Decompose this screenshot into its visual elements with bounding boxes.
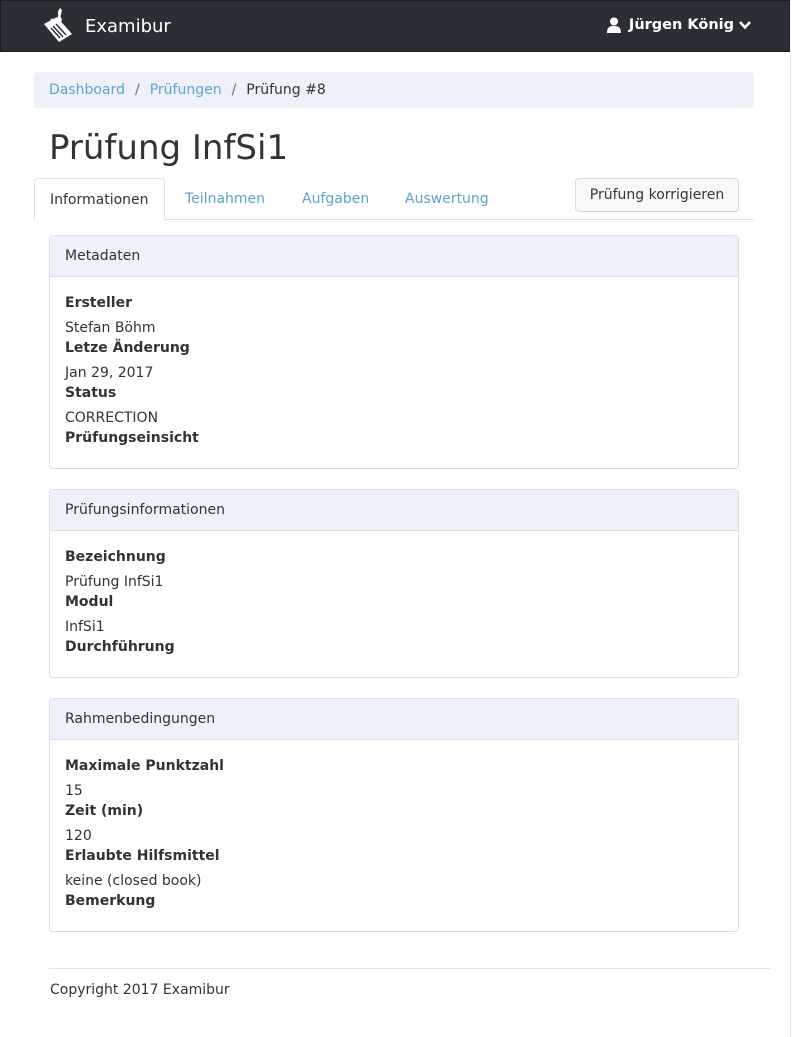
time-label: Zeit (min) — [65, 803, 144, 819]
exam-info-card: Prüfungsinformationen Bezeichnung Prüfun… — [49, 489, 739, 678]
page-edge-divider — [790, 52, 800, 1037]
exam-info-card-header: Prüfungsinformationen — [50, 490, 738, 531]
creator-value: Stefan Böhm — [65, 320, 156, 336]
status-value: CORRECTION — [65, 410, 159, 426]
metadata-card-header: Metadaten — [50, 236, 738, 277]
tab-teilnahmen[interactable]: Teilnahmen — [170, 178, 280, 220]
footer-copyright: Copyright 2017 Examibur — [50, 982, 230, 998]
metadata-card-body: Ersteller Stefan Böhm Letze Änderung Jan… — [50, 277, 738, 462]
conditions-card-header: Rahmenbedingungen — [50, 699, 738, 740]
footer-divider — [49, 968, 770, 969]
last-modified-value: Jan 29, 2017 — [65, 365, 154, 381]
allowed-aids-label: Erlaubte Hilfsmittel — [65, 848, 220, 864]
conditions-card-body: Maximale Punktzahl 15 Zeit (min) 120 Erl… — [50, 740, 738, 925]
scroll-pen-logo-icon — [44, 8, 72, 42]
allowed-aids-value: keine (closed book) — [65, 873, 202, 889]
tab-informationen[interactable]: Informationen — [34, 178, 165, 221]
module-label: Modul — [65, 594, 114, 610]
last-modified-label: Letze Änderung — [65, 340, 190, 356]
user-icon — [606, 17, 621, 33]
user-name: Jürgen König — [628, 17, 734, 33]
max-points-label: Maximale Punktzahl — [65, 758, 224, 774]
top-navbar: Examibur Jürgen König — [0, 0, 790, 52]
chevron-down-icon — [739, 21, 751, 30]
breadcrumb-exams-link[interactable]: Prüfungen — [150, 82, 222, 98]
breadcrumb-separator: / — [231, 82, 237, 98]
status-label: Status — [65, 385, 117, 401]
breadcrumb-current: Prüfung #8 — [246, 82, 326, 98]
tab-auswertung[interactable]: Auswertung — [390, 178, 504, 220]
exam-tabs: Informationen Teilnahmen Aufgaben Auswer… — [34, 178, 754, 221]
tab-aufgaben[interactable]: Aufgaben — [287, 178, 384, 220]
time-value: 120 — [65, 828, 92, 844]
exam-info-card-body: Bezeichnung Prüfung InfSi1 Modul InfSi1 … — [50, 531, 738, 671]
conditions-card: Rahmenbedingungen Maximale Punktzahl 15 … — [49, 698, 739, 932]
exam-name-label: Bezeichnung — [65, 549, 166, 565]
breadcrumb-dashboard-link[interactable]: Dashboard — [49, 82, 125, 98]
creator-label: Ersteller — [65, 295, 132, 311]
page-title: Prüfung InfSi1 — [49, 128, 289, 168]
metadata-card: Metadaten Ersteller Stefan Böhm Letze Än… — [49, 235, 739, 469]
remark-label: Bemerkung — [65, 893, 156, 909]
user-menu-dropdown[interactable]: Jürgen König — [606, 17, 751, 33]
module-value: InfSi1 — [65, 619, 105, 635]
correct-exam-button[interactable]: Prüfung korrigieren — [575, 178, 739, 212]
breadcrumb-separator: / — [134, 82, 140, 98]
breadcrumb: Dashboard / Prüfungen / Prüfung #8 — [34, 72, 754, 108]
conduct-label: Durchführung — [65, 639, 175, 655]
max-points-value: 15 — [65, 783, 83, 799]
exam-name-value: Prüfung InfSi1 — [65, 574, 164, 590]
app-name: Examibur — [85, 15, 171, 37]
brand-link[interactable]: Examibur — [41, 6, 171, 46]
exam-review-label: Prüfungseinsicht — [65, 430, 199, 446]
